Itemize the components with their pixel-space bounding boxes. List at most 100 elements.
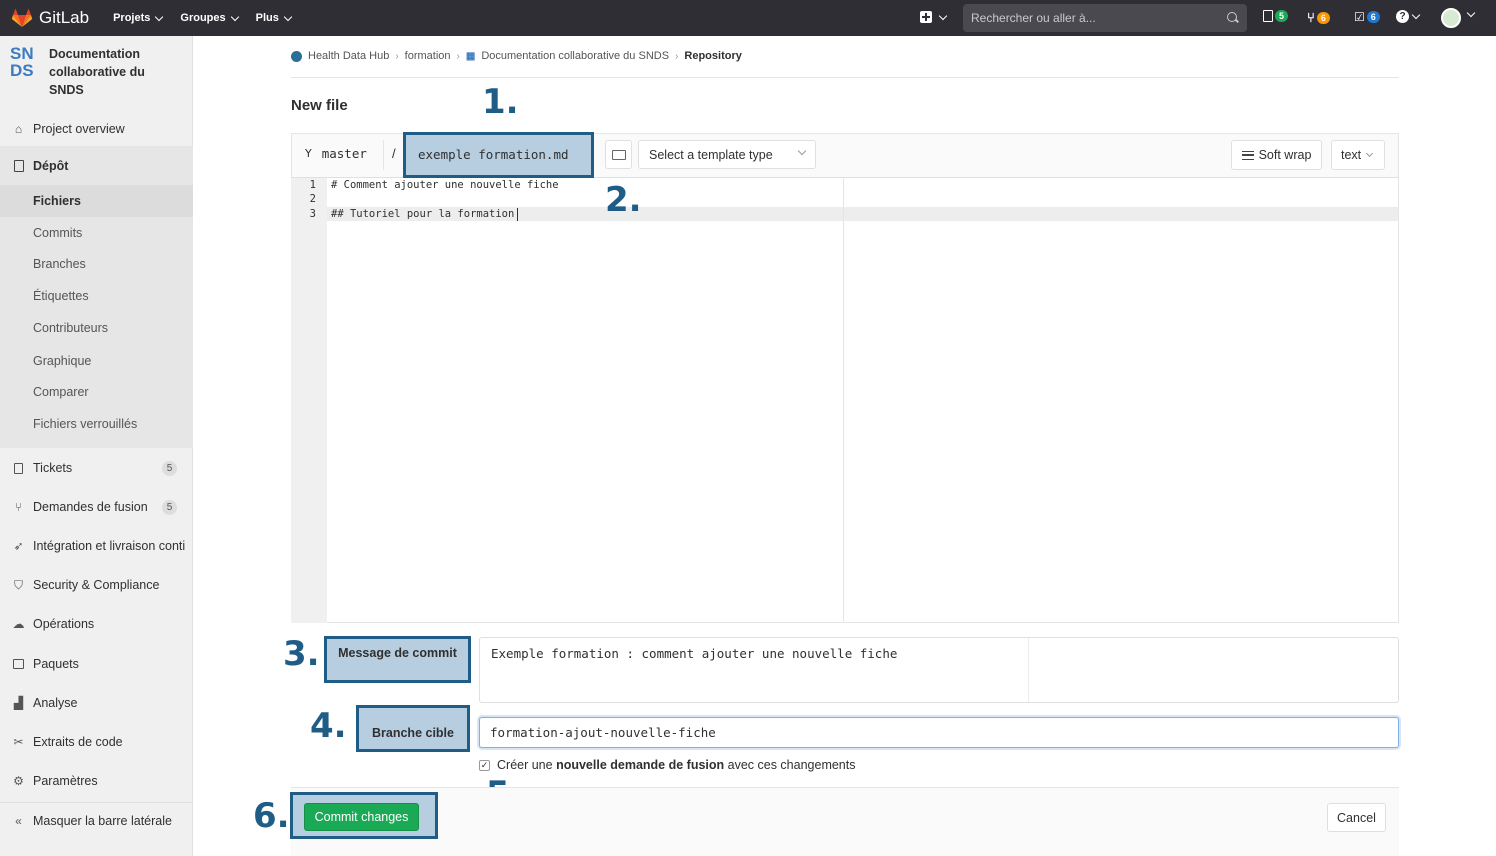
sidebar-item-paquets[interactable]: Paquets bbox=[0, 654, 193, 674]
user-avatar[interactable] bbox=[1441, 8, 1461, 28]
sidebar-subitem-label: Fichiers verrouillés bbox=[33, 417, 138, 431]
sidebar-item-label: Dépôt bbox=[33, 159, 69, 173]
menu-groupes[interactable]: Groupes bbox=[180, 12, 239, 24]
sidebar-item-depot[interactable]: Dépôt bbox=[0, 156, 193, 176]
code-line: ## Tutoriel pour la formation bbox=[331, 208, 515, 220]
chevron-down-icon bbox=[1411, 10, 1421, 20]
template-list-icon bbox=[611, 149, 626, 160]
editor-mode-label: text bbox=[1341, 148, 1362, 162]
menu-groupes-label: Groupes bbox=[180, 12, 226, 24]
sidebar-item-label: Paquets bbox=[33, 657, 79, 671]
sidebar-subitem-label: Contributeurs bbox=[33, 321, 109, 335]
chevron-down-icon bbox=[1366, 149, 1374, 158]
book-icon bbox=[12, 160, 25, 173]
line-number: 2 bbox=[309, 193, 316, 205]
code-line: # Comment ajouter une nouvelle fiche bbox=[331, 179, 559, 191]
annotation-step-4: 4. bbox=[310, 706, 347, 746]
breadcrumb-subgroup[interactable]: formation bbox=[405, 50, 451, 62]
create-mr-checkbox-row[interactable]: ✓ Créer une nouvelle demande de fusion a… bbox=[479, 758, 855, 772]
breadcrumb-group[interactable]: Health Data Hub bbox=[308, 50, 389, 62]
branch-icon: Y bbox=[305, 147, 312, 160]
project-avatar: SN DS bbox=[10, 45, 40, 99]
target-branch-label-text: Branche cible bbox=[372, 726, 454, 740]
create-mr-label: Créer une nouvelle demande de fusion ave… bbox=[497, 758, 855, 772]
sidebar-item-project-overview[interactable]: ⌂ Project overview bbox=[0, 119, 193, 139]
target-branch-label: Branche cible bbox=[356, 705, 470, 752]
new-item-dropdown[interactable] bbox=[920, 11, 948, 23]
breadcrumb-separator-icon: › bbox=[675, 50, 679, 62]
sidebar-item-extraits-de-code[interactable]: ✂ Extraits de code bbox=[0, 732, 193, 752]
template-type-select[interactable]: Select a template type bbox=[638, 140, 816, 169]
todos-shortcut[interactable]: ☑ 6 bbox=[1354, 10, 1380, 24]
chevron-down-icon bbox=[155, 12, 164, 21]
menu-projets[interactable]: Projets bbox=[113, 12, 164, 24]
merge-requests-shortcut[interactable]: ⑂ 6 bbox=[1307, 10, 1330, 25]
menu-plus-label: Plus bbox=[255, 12, 279, 24]
rocket-icon: ➶ bbox=[13, 539, 24, 553]
commit-message-textarea[interactable]: Exemple formation : comment ajouter une … bbox=[479, 637, 1399, 703]
search-icon bbox=[1227, 12, 1237, 22]
sidebar-item-label: Tickets bbox=[33, 461, 73, 475]
file-template-button[interactable] bbox=[605, 140, 632, 169]
sidebar-item-parametres[interactable]: ⚙ Paramètres bbox=[0, 771, 193, 791]
sidebar: SN DS Documentation collaborative du SND… bbox=[0, 36, 193, 856]
help-icon: ? bbox=[1396, 10, 1409, 23]
shield-icon: ⛉ bbox=[13, 577, 23, 592]
project-avatar-top: SN bbox=[10, 44, 34, 63]
commit-changes-button[interactable]: Commit changes bbox=[304, 803, 419, 831]
sidebar-subitem-label: Branches bbox=[33, 257, 86, 271]
project-small-icon: ▦ bbox=[465, 50, 476, 62]
top-menu: Projets Groupes Plus bbox=[113, 12, 293, 24]
sidebar-item-demandes-de-fusion[interactable]: ⑂ Demandes de fusion 5 bbox=[0, 497, 193, 517]
sidebar-item-operations[interactable]: ☁ Opérations bbox=[0, 614, 193, 634]
line-number: 3 bbox=[309, 208, 316, 220]
create-mr-text-post: avec ces changements bbox=[724, 758, 856, 772]
issues-shortcut[interactable]: 5 bbox=[1263, 10, 1289, 22]
sidebar-item-ci-cd[interactable]: ➶ Intégration et livraison conti bbox=[0, 536, 193, 556]
chevron-down-icon bbox=[283, 12, 293, 21]
help-dropdown[interactable]: ? bbox=[1396, 10, 1421, 23]
chevron-down-icon bbox=[797, 146, 807, 156]
sidebar-item-security-compliance[interactable]: ⛉ Security & Compliance bbox=[0, 575, 193, 595]
sidebar-subitem-label: Commits bbox=[33, 226, 83, 240]
sidebar-item-tickets[interactable]: Tickets 5 bbox=[0, 458, 193, 478]
sidebar-item-analyse[interactable]: ▟ Analyse bbox=[0, 693, 193, 713]
breadcrumb-current[interactable]: Repository bbox=[684, 50, 741, 62]
active-subitem-bg bbox=[0, 185, 193, 217]
code-editor[interactable] bbox=[291, 178, 1399, 623]
tickets-count-badge: 5 bbox=[162, 460, 177, 476]
branch-divider bbox=[383, 140, 384, 170]
group-avatar-icon bbox=[291, 50, 302, 62]
annotation-step-3: 3. bbox=[283, 634, 320, 674]
target-branch-input[interactable]: formation-ajout-nouvelle-fiche bbox=[479, 717, 1399, 748]
sidebar-subitem-label: Fichiers bbox=[33, 194, 81, 208]
chart-icon: ▟ bbox=[13, 696, 24, 710]
collapse-sidebar-label: Masquer la barre latérale bbox=[33, 814, 172, 828]
sidebar-item-label: Paramètres bbox=[33, 774, 98, 788]
sidebar-item-label: Intégration et livraison conti bbox=[33, 539, 186, 553]
editor-mode-select[interactable]: text bbox=[1331, 140, 1385, 170]
create-mr-checkbox[interactable]: ✓ bbox=[479, 759, 490, 771]
gitlab-fox-icon bbox=[11, 8, 33, 27]
sidebar-item-label: Analyse bbox=[33, 696, 78, 710]
collapse-sidebar-button[interactable]: « Masquer la barre latérale bbox=[0, 811, 193, 831]
menu-projets-label: Projets bbox=[113, 12, 151, 24]
project-header[interactable]: SN DS Documentation collaborative du SND… bbox=[10, 45, 179, 99]
sidebar-item-label: Extraits de code bbox=[33, 735, 123, 749]
search-input[interactable]: Rechercher ou aller à... bbox=[963, 4, 1247, 32]
home-icon: ⌂ bbox=[14, 122, 23, 136]
menu-plus[interactable]: Plus bbox=[255, 12, 293, 24]
todos-count-badge: 6 bbox=[1366, 11, 1380, 23]
sidebar-subitem-label: Graphique bbox=[33, 354, 92, 368]
textarea-margin-guide bbox=[1028, 638, 1029, 702]
page-title: New file bbox=[291, 97, 348, 114]
breadcrumb-project[interactable]: Documentation collaborative du SNDS bbox=[481, 50, 669, 62]
filename-input[interactable]: exemple formation.md bbox=[418, 147, 569, 162]
project-name: Documentation collaborative du SNDS bbox=[49, 47, 145, 97]
line-number: 1 bbox=[309, 179, 316, 191]
soft-wrap-button[interactable]: Soft wrap bbox=[1231, 140, 1322, 170]
plus-square-icon bbox=[920, 11, 932, 23]
cancel-button[interactable]: Cancel bbox=[1327, 803, 1386, 832]
sidebar-item-label: Opérations bbox=[33, 617, 95, 631]
gitlab-logo[interactable]: GitLab bbox=[11, 8, 89, 28]
